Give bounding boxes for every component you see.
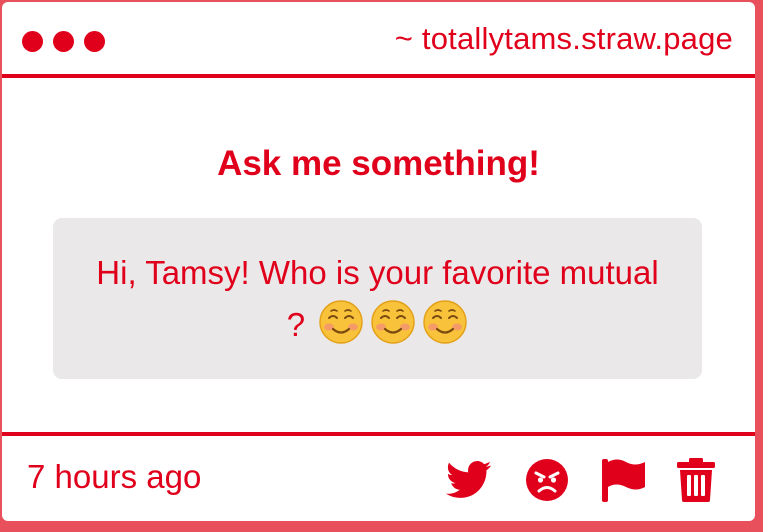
twitter-icon xyxy=(446,461,492,498)
share-twitter-button[interactable] xyxy=(445,456,493,504)
footer-bar: 7 hours ago xyxy=(2,436,755,521)
window-dot-1[interactable] xyxy=(22,31,43,52)
react-angry-button[interactable] xyxy=(523,456,571,504)
window-dot-3[interactable] xyxy=(84,31,105,52)
page-url[interactable]: ~ totallytams.straw.page xyxy=(395,21,733,57)
report-button[interactable] xyxy=(599,456,647,504)
window-dot-2[interactable] xyxy=(53,31,74,52)
app-window: ~ totallytams.straw.page Ask me somethin… xyxy=(2,2,755,521)
smiling-face-icon xyxy=(371,299,416,344)
flag-icon xyxy=(602,459,645,502)
angry-face-icon xyxy=(526,459,568,501)
trash-icon xyxy=(677,458,715,502)
delete-button[interactable] xyxy=(672,456,720,504)
timestamp: 7 hours ago xyxy=(27,458,202,495)
title-bar: ~ totallytams.straw.page xyxy=(2,2,755,78)
question-card: Hi, Tamsy! Who is your favorite mutual ? xyxy=(53,218,702,379)
main-content: Ask me something! Hi, Tamsy! Who is your… xyxy=(2,78,755,433)
smiling-face-icon xyxy=(423,299,468,344)
question-body: Hi, Tamsy! Who is your favorite mutual ? xyxy=(88,247,668,351)
smiling-face-icon xyxy=(319,299,364,344)
page-title: Ask me something! xyxy=(217,144,540,183)
